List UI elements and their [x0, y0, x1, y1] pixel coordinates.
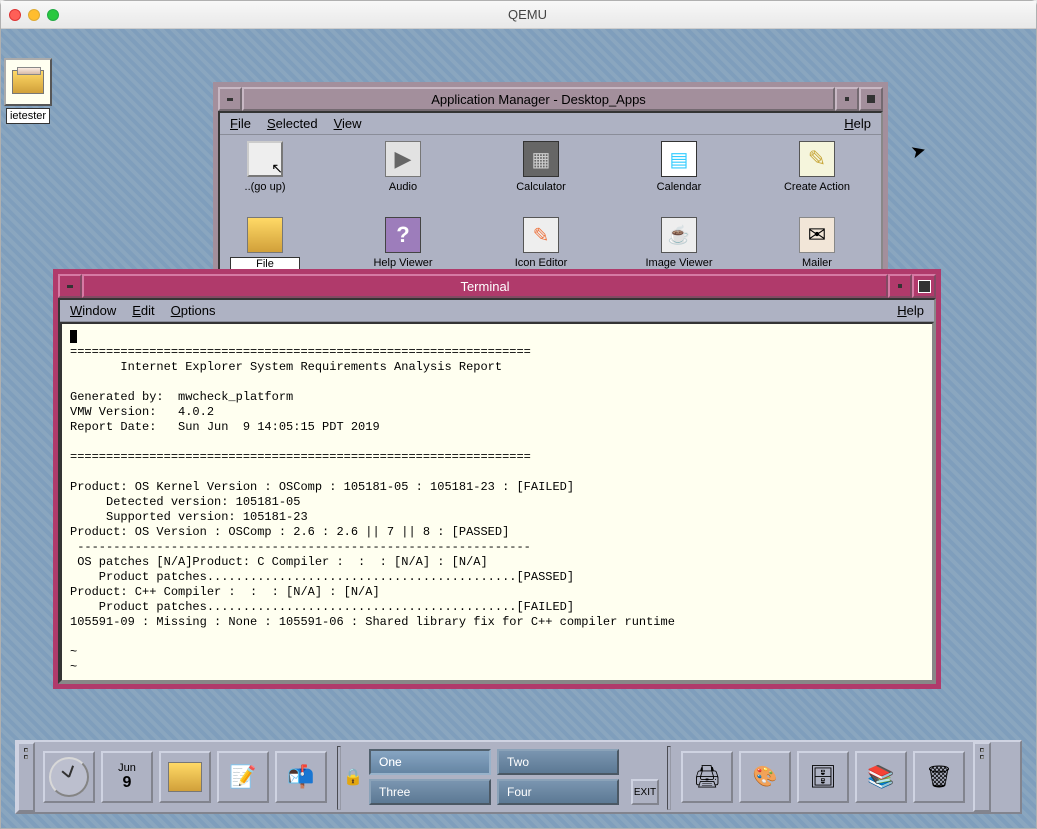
printer-icon: 🖨: [693, 765, 721, 789]
menu-file[interactable]: File: [230, 116, 251, 131]
exit-button[interactable]: EXIT: [631, 779, 659, 805]
text-editor-launcher[interactable]: 📝: [217, 751, 269, 803]
calendar-widget[interactable]: Jun9: [101, 751, 153, 803]
clock-widget[interactable]: [43, 751, 95, 803]
front-panel: Jun9 📝 📬 🔒 One Two Three: [15, 740, 1022, 814]
menu-selected[interactable]: Selected: [267, 116, 318, 131]
panel-separator: [337, 746, 341, 810]
desktop-icon-label: ietester: [6, 108, 50, 124]
apps-icon: 🗄: [809, 765, 837, 789]
create-action-icon: [799, 141, 835, 177]
trash-launcher[interactable]: 🗑: [913, 751, 965, 803]
app-calculator[interactable]: Calculator: [506, 141, 576, 193]
terminal-window: Terminal Window Edit Options Help ======…: [53, 269, 941, 689]
cde-desktop[interactable]: ietester Application Manager - Desktop_A…: [1, 29, 1036, 828]
lock-button[interactable]: 🔒: [343, 742, 363, 812]
calendar-icon: [661, 141, 697, 177]
workspace-one[interactable]: One: [369, 749, 491, 775]
mailer-icon: [799, 217, 835, 253]
host-close-button[interactable]: [9, 9, 21, 21]
audio-icon: [385, 141, 421, 177]
menu-window[interactable]: Window: [70, 303, 116, 318]
file-manager-icon: [247, 217, 283, 253]
mouse-cursor-icon: ➤: [908, 139, 928, 163]
host-window: QEMU ietester Application Manager - Desk…: [0, 0, 1037, 829]
maximize-button[interactable]: [859, 87, 883, 111]
window-menu-button[interactable]: [218, 87, 242, 111]
app-calendar[interactable]: Calendar: [644, 141, 714, 193]
icon-editor-icon: [523, 217, 559, 253]
lock-icon: 🔒: [343, 767, 363, 787]
minimize-button[interactable]: [888, 274, 912, 298]
panel-handle-right[interactable]: [973, 742, 991, 812]
app-manager-launcher[interactable]: 🗄: [797, 751, 849, 803]
panel-handle-left[interactable]: [17, 742, 35, 812]
menu-help[interactable]: Help: [844, 116, 871, 131]
folder-icon: [4, 58, 52, 106]
workspace-three[interactable]: Three: [369, 779, 491, 805]
workspace-two[interactable]: Two: [497, 749, 619, 775]
menu-help[interactable]: Help: [897, 303, 924, 318]
palette-icon: 🎨: [753, 766, 778, 788]
terminal-cursor: [70, 330, 77, 343]
host-title: QEMU: [27, 7, 1028, 22]
trash-icon: 🗑: [925, 765, 953, 789]
help-viewer-icon: [385, 217, 421, 253]
terminal-output[interactable]: ========================================…: [60, 322, 934, 682]
mail-icon: 📬: [287, 765, 314, 789]
terminal-title[interactable]: Terminal: [82, 274, 888, 298]
menu-view[interactable]: View: [334, 116, 362, 131]
help-launcher[interactable]: 📚: [855, 751, 907, 803]
desktop-icon-ietester[interactable]: ietester: [4, 58, 52, 124]
menu-edit[interactable]: Edit: [132, 303, 154, 318]
printer-launcher[interactable]: 🖨: [681, 751, 733, 803]
workspace-four[interactable]: Four: [497, 779, 619, 805]
go-up-icon: [247, 141, 283, 177]
app-audio[interactable]: Audio: [368, 141, 438, 193]
menu-options[interactable]: Options: [171, 303, 216, 318]
app-create-action[interactable]: Create Action: [782, 141, 852, 193]
file-manager-icon: [168, 762, 202, 792]
style-manager-launcher[interactable]: 🎨: [739, 751, 791, 803]
panel-separator: [667, 746, 671, 810]
app-manager-title[interactable]: Application Manager - Desktop_Apps: [242, 87, 835, 111]
calculator-icon: [523, 141, 559, 177]
help-books-icon: 📚: [867, 765, 894, 789]
window-menu-button[interactable]: [58, 274, 82, 298]
minimize-button[interactable]: [835, 87, 859, 111]
host-titlebar[interactable]: QEMU: [1, 1, 1036, 29]
terminal-text: ========================================…: [70, 345, 675, 682]
mailer-launcher[interactable]: 📬: [275, 751, 327, 803]
clock-icon: [49, 757, 89, 797]
app-go-up[interactable]: ..(go up): [230, 141, 300, 193]
notepad-icon: 📝: [229, 765, 256, 789]
file-manager-launcher[interactable]: [159, 751, 211, 803]
image-viewer-icon: [661, 217, 697, 253]
maximize-button[interactable]: [912, 274, 936, 298]
